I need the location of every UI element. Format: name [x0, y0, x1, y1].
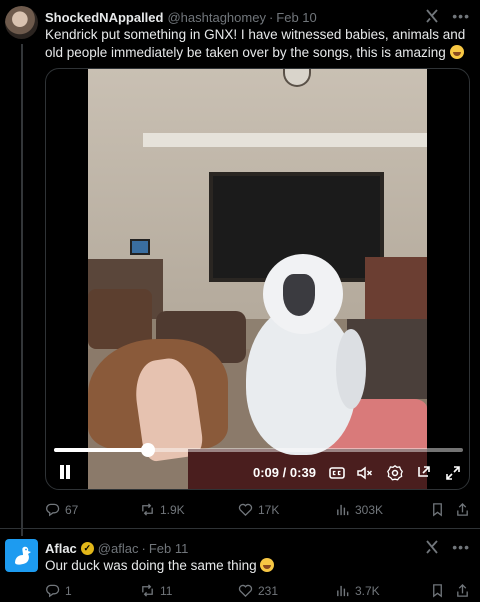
reply-count: 1	[65, 583, 72, 598]
tweet-text-body: Kendrick put something in GNX! I have wi…	[45, 27, 466, 60]
video-progress-fill	[54, 448, 149, 452]
like-action[interactable]: 17K	[238, 502, 279, 517]
video-scene-mantel	[143, 133, 427, 147]
share-action[interactable]	[455, 583, 470, 598]
handle[interactable]: @hashtaghomey	[167, 10, 265, 25]
video-controls: 0:09 / 0:39	[46, 461, 469, 485]
video-frame[interactable]	[88, 69, 427, 489]
view-count: 303K	[355, 502, 384, 517]
separator-dot: ·	[268, 9, 274, 25]
captions-icon[interactable]	[328, 464, 346, 482]
tweet-header: ShockedNAppalled @hashtaghomey · Feb 10 …	[45, 8, 470, 26]
avatar[interactable]	[5, 539, 38, 572]
separator-dot: ·	[141, 540, 146, 556]
reply-icon	[46, 503, 60, 517]
share-action[interactable]	[455, 502, 470, 517]
verified-badge-icon[interactable]: ✓	[80, 541, 94, 555]
grok-icon[interactable]	[424, 8, 440, 24]
cockatoo-beak	[283, 274, 315, 316]
like-action[interactable]: 231	[238, 583, 278, 598]
views-action[interactable]: 303K	[335, 502, 383, 517]
repost-icon	[142, 584, 153, 597]
repost-icon	[142, 503, 153, 516]
tweet-actions: 67 1.9K 17K 303K	[45, 502, 472, 520]
fullscreen-icon[interactable]	[444, 464, 462, 482]
laughing-emoji-icon	[449, 45, 464, 59]
share-icon	[457, 583, 468, 597]
views-icon	[337, 504, 349, 516]
duration: 0:39	[289, 465, 316, 480]
reply-icon	[46, 584, 60, 598]
repost-count: 1.9K	[160, 502, 185, 517]
mute-icon[interactable]	[356, 464, 374, 482]
like-icon	[238, 503, 253, 517]
like-count: 231	[258, 583, 279, 598]
repost-action[interactable]: 1.9K	[140, 502, 185, 517]
views-icon	[337, 585, 349, 597]
display-name[interactable]: ShockedNAppalled	[45, 10, 163, 25]
laughing-emoji-icon	[260, 558, 275, 572]
more-icon[interactable]: •••	[452, 8, 470, 24]
post-date[interactable]: Feb 11	[149, 541, 189, 556]
bookmark-icon	[433, 503, 442, 517]
share-icon	[457, 502, 468, 516]
current-time: 0:09	[253, 465, 280, 480]
tweet-text: Kendrick put something in GNX! I have wi…	[45, 26, 466, 62]
more-icon[interactable]: •••	[452, 539, 470, 555]
like-icon	[238, 584, 253, 598]
duck-logo-icon	[14, 546, 31, 565]
bookmark-action[interactable]	[430, 502, 445, 517]
tweet-text-body: Our duck was doing the same thing	[45, 558, 257, 573]
video-player[interactable]: 0:09 / 0:39	[45, 68, 470, 490]
repost-action[interactable]: 11	[140, 583, 172, 598]
repost-count: 11	[160, 583, 173, 598]
display-name[interactable]: Aflac	[45, 541, 77, 556]
bookmark-icon	[433, 584, 442, 598]
grok-icon[interactable]	[424, 539, 440, 555]
time-separator: /	[282, 465, 287, 480]
bookmark-action[interactable]	[430, 583, 445, 598]
minimize-icon[interactable]	[415, 464, 433, 482]
avatar[interactable]	[5, 6, 38, 39]
handle[interactable]: @aflac	[98, 541, 139, 556]
pause-icon[interactable]	[58, 465, 72, 481]
header-actions: •••	[424, 539, 470, 555]
video-progress-bar[interactable]	[54, 443, 463, 457]
like-count: 17K	[258, 502, 280, 517]
video-scene-tv	[130, 239, 150, 255]
tweet-actions: 1 11 231 3.7K	[45, 583, 472, 601]
reply-count: 67	[65, 502, 79, 517]
header-actions: •••	[424, 8, 470, 24]
video-scene-sofa	[365, 257, 427, 327]
reply-action[interactable]: 1	[45, 583, 72, 598]
views-action[interactable]: 3.7K	[335, 583, 380, 598]
post-date[interactable]: Feb 10	[276, 10, 316, 25]
tweet-text: Our duck was doing the same thing	[45, 557, 466, 575]
cockatoo-wing	[336, 329, 366, 409]
tweet-aflac[interactable]: Aflac ✓ @aflac · Feb 11 ••• Our duck was…	[0, 528, 480, 602]
tweet-shockednappalled[interactable]: ShockedNAppalled @hashtaghomey · Feb 10 …	[0, 0, 480, 528]
tweet-header: Aflac ✓ @aflac · Feb 11 •••	[45, 539, 470, 557]
video-timecode: 0:09 / 0:39	[253, 465, 316, 480]
video-scrub-handle[interactable]	[141, 443, 156, 457]
reply-action[interactable]: 67	[45, 502, 78, 517]
settings-icon[interactable]	[386, 464, 404, 482]
view-count: 3.7K	[355, 583, 380, 598]
